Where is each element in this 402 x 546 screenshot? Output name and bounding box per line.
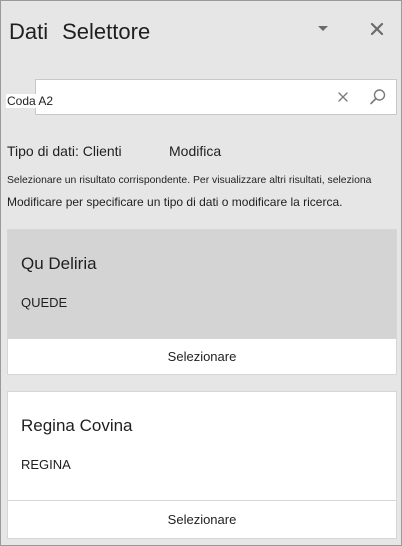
result-name: Regina Covina xyxy=(21,416,133,435)
hint-line-1: Selezionare un risultato corrispondente.… xyxy=(7,175,372,186)
modify-link[interactable]: Modifica xyxy=(169,143,221,159)
select-button[interactable]: Selezionare xyxy=(8,500,396,538)
clear-search-button[interactable] xyxy=(332,86,354,108)
pane-title-part2: Selettore xyxy=(62,19,151,44)
search-box xyxy=(35,79,397,115)
search-input[interactable] xyxy=(36,80,326,114)
search-button[interactable] xyxy=(366,86,390,108)
select-button[interactable]: Selezionare xyxy=(8,338,396,374)
result-card: Qu Deliria QUEDE Selezionare xyxy=(7,229,397,375)
close-icon xyxy=(338,92,348,102)
data-type-label: Tipo di dati: Clienti xyxy=(7,143,122,159)
pane-options-button[interactable] xyxy=(309,15,337,43)
result-code: REGINA xyxy=(21,457,71,472)
chevron-down-icon xyxy=(318,26,328,31)
result-card-body[interactable]: Regina Covina REGINA xyxy=(8,392,396,500)
search-input-value[interactable]: Coda A2 xyxy=(6,94,55,108)
result-card-body[interactable]: Qu Deliria QUEDE xyxy=(8,230,396,338)
search-icon xyxy=(370,89,386,105)
result-card: Regina Covina REGINA Selezionare xyxy=(7,391,397,539)
data-selector-pane: Dati Selettore Coda A2 Tipo di dati: Clie… xyxy=(0,0,402,546)
close-icon xyxy=(370,22,384,36)
result-code: QUEDE xyxy=(21,295,68,310)
pane-close-button[interactable] xyxy=(363,15,391,43)
pane-title: Dati Selettore xyxy=(9,19,150,45)
hint-line-2: Modificare per specificare un tipo di da… xyxy=(7,195,343,209)
result-name: Qu Deliria xyxy=(21,254,97,273)
pane-title-part1: Dati xyxy=(9,19,49,44)
